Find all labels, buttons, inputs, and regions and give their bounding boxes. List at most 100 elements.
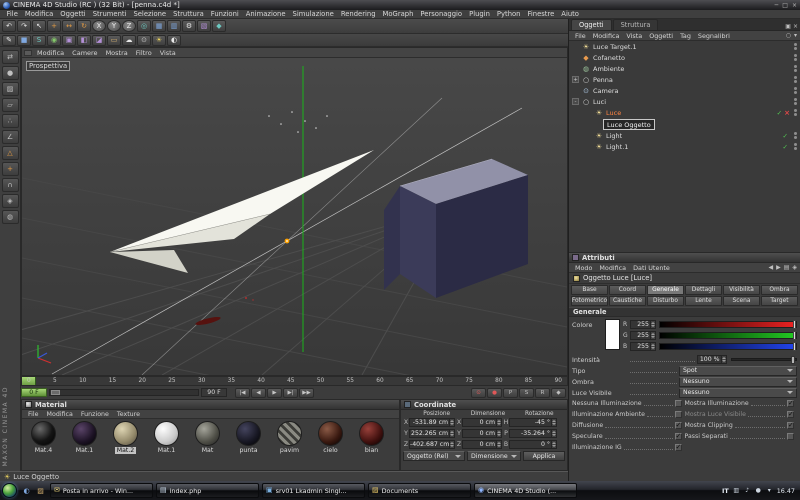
- menu-item[interactable]: Plugin: [466, 10, 494, 18]
- intensity-field[interactable]: 100 %: [697, 355, 727, 364]
- object-label[interactable]: Light: [606, 132, 622, 140]
- forward-icon[interactable]: ▶: [776, 264, 781, 271]
- size-mode-dropdown[interactable]: Dimensione: [467, 451, 521, 461]
- size-field[interactable]: 0 cm: [462, 429, 502, 438]
- material-thumbnail[interactable]: [195, 421, 220, 446]
- tree-row[interactable]: ☀ Luce Target.1: [569, 41, 800, 52]
- z-axis-lock-icon[interactable]: Z: [122, 20, 136, 32]
- menu-item[interactable]: Animazione: [242, 10, 289, 18]
- spinner[interactable]: [650, 332, 655, 339]
- channel-value-field[interactable]: 255: [630, 342, 656, 351]
- object-label[interactable]: Luci: [593, 98, 606, 106]
- y-axis-lock-icon[interactable]: Y: [107, 20, 121, 32]
- attribute-tab[interactable]: Ombra: [761, 285, 798, 295]
- render-settings-icon[interactable]: ⚙: [182, 20, 196, 32]
- spinner[interactable]: [496, 430, 501, 437]
- menu-item[interactable]: Strumenti: [89, 10, 130, 18]
- material-thumbnail[interactable]: [236, 421, 261, 446]
- rotation-field[interactable]: -45 °: [509, 418, 557, 427]
- menu-item[interactable]: Simulazione: [289, 10, 337, 18]
- sky-object-icon[interactable]: ☁: [122, 35, 136, 46]
- floor-object-icon[interactable]: ▭: [107, 35, 121, 46]
- spinner[interactable]: [496, 419, 501, 426]
- taskbar-window-button[interactable]: ◉ CINEMA 4D Studio (...: [474, 483, 577, 498]
- object-label[interactable]: Camera: [593, 87, 619, 95]
- objects-menu-item[interactable]: Oggetti: [646, 32, 676, 40]
- attribute-tab[interactable]: Base: [571, 285, 608, 295]
- object-label[interactable]: Ambiente: [593, 65, 624, 73]
- tree-row[interactable]: - ○ Luci: [569, 96, 800, 107]
- attributes-menu-item[interactable]: Modo: [572, 264, 595, 272]
- menu-item[interactable]: Aiuto: [558, 10, 583, 18]
- viewport-pane-icon[interactable]: [24, 50, 32, 56]
- position-key-button[interactable]: P: [503, 388, 518, 398]
- pen-tool-icon[interactable]: ✎: [2, 35, 16, 46]
- material-thumbnail[interactable]: [113, 421, 138, 446]
- cube-primitive-icon[interactable]: ■: [17, 35, 31, 46]
- material-thumbnail[interactable]: [277, 421, 302, 446]
- render-picture-viewer-icon[interactable]: ▥: [167, 20, 181, 32]
- close-button[interactable]: ×: [792, 2, 797, 9]
- scale-key-button[interactable]: S: [519, 388, 534, 398]
- spinner[interactable]: [551, 430, 556, 437]
- material-item[interactable]: Mat.1: [65, 421, 104, 454]
- visibility-dots[interactable]: [794, 65, 797, 72]
- section-header[interactable]: Generale: [569, 307, 800, 317]
- language-indicator[interactable]: IT: [722, 487, 729, 495]
- end-frame-field[interactable]: 90 F: [201, 388, 227, 397]
- workplane-mode-icon[interactable]: ▱: [2, 98, 19, 112]
- clock[interactable]: 16.47: [777, 487, 795, 495]
- tray-update-icon[interactable]: ▾: [765, 486, 774, 495]
- parameter-key-button[interactable]: ◆: [551, 388, 566, 398]
- checkbox[interactable]: [787, 433, 794, 440]
- attribute-tab[interactable]: Fotometrico: [571, 296, 608, 306]
- intensity-slider[interactable]: [731, 358, 798, 361]
- next-frame-button[interactable]: ▶|: [283, 388, 298, 398]
- position-field[interactable]: 252.265 cm: [409, 429, 455, 438]
- size-field[interactable]: 0 cm: [462, 440, 502, 449]
- lock-workplane-icon[interactable]: ◈: [2, 194, 19, 208]
- start-button[interactable]: [2, 483, 17, 498]
- spinner[interactable]: [449, 419, 454, 426]
- light-object-icon[interactable]: ☀: [152, 35, 166, 46]
- visibility-dots[interactable]: [794, 132, 797, 139]
- visibility-dots[interactable]: [794, 43, 797, 50]
- menu-item[interactable]: MoGraph: [379, 10, 417, 18]
- material-item[interactable]: punta: [229, 421, 268, 454]
- spinner[interactable]: [650, 343, 655, 350]
- dropdown[interactable]: Spot: [679, 366, 797, 376]
- quicklaunch-folder-icon[interactable]: ▨: [34, 484, 47, 497]
- viewport-menu-item[interactable]: Mostra: [102, 49, 132, 57]
- checkbox[interactable]: [675, 422, 682, 429]
- autokey-button[interactable]: ●: [487, 388, 502, 398]
- spinner[interactable]: [449, 430, 454, 437]
- menu-item[interactable]: Funzioni: [207, 10, 242, 18]
- slider-handle[interactable]: [51, 390, 60, 395]
- timeline-ruler[interactable]: 051015202530354045505560657075808590: [21, 376, 568, 386]
- attribute-tab[interactable]: Target: [761, 296, 798, 306]
- rotation-key-button[interactable]: R: [535, 388, 550, 398]
- slider-handle[interactable]: [793, 331, 796, 340]
- prev-frame-button[interactable]: ◀: [251, 388, 266, 398]
- tray-network-icon[interactable]: ▥: [732, 486, 741, 495]
- objects-menu-item[interactable]: Tag: [677, 32, 694, 40]
- attribute-object-row[interactable]: Oggetto Luce [Luce]: [569, 273, 800, 284]
- checkbox[interactable]: [787, 400, 794, 407]
- tree-row[interactable]: ⊙ Camera: [569, 85, 800, 96]
- tree-row[interactable]: ☀ Luce: [569, 107, 800, 118]
- taskbar-window-button[interactable]: ✉ Posta in arrivo - Win...: [50, 483, 153, 498]
- object-label[interactable]: Cofanetto: [593, 54, 625, 62]
- snap-settings-icon[interactable]: ◆: [212, 20, 226, 32]
- viewport-solo-icon[interactable]: ◍: [2, 210, 19, 224]
- hypernurbs-icon[interactable]: ◉: [47, 35, 61, 46]
- object-label[interactable]: Luce: [606, 109, 621, 117]
- menu-item[interactable]: Selezione: [130, 10, 170, 18]
- close-panel-icon[interactable]: ×: [793, 23, 798, 30]
- menu-item[interactable]: Rendering: [337, 10, 379, 18]
- make-editable-icon[interactable]: ⇄: [2, 50, 19, 64]
- visibility-dots[interactable]: [794, 143, 797, 150]
- display-mode-icon[interactable]: ◐: [167, 35, 181, 46]
- material-menu-item[interactable]: Texture: [114, 411, 143, 418]
- edges-mode-icon[interactable]: ∠: [2, 130, 19, 144]
- rotation-field[interactable]: 0 °: [509, 440, 557, 449]
